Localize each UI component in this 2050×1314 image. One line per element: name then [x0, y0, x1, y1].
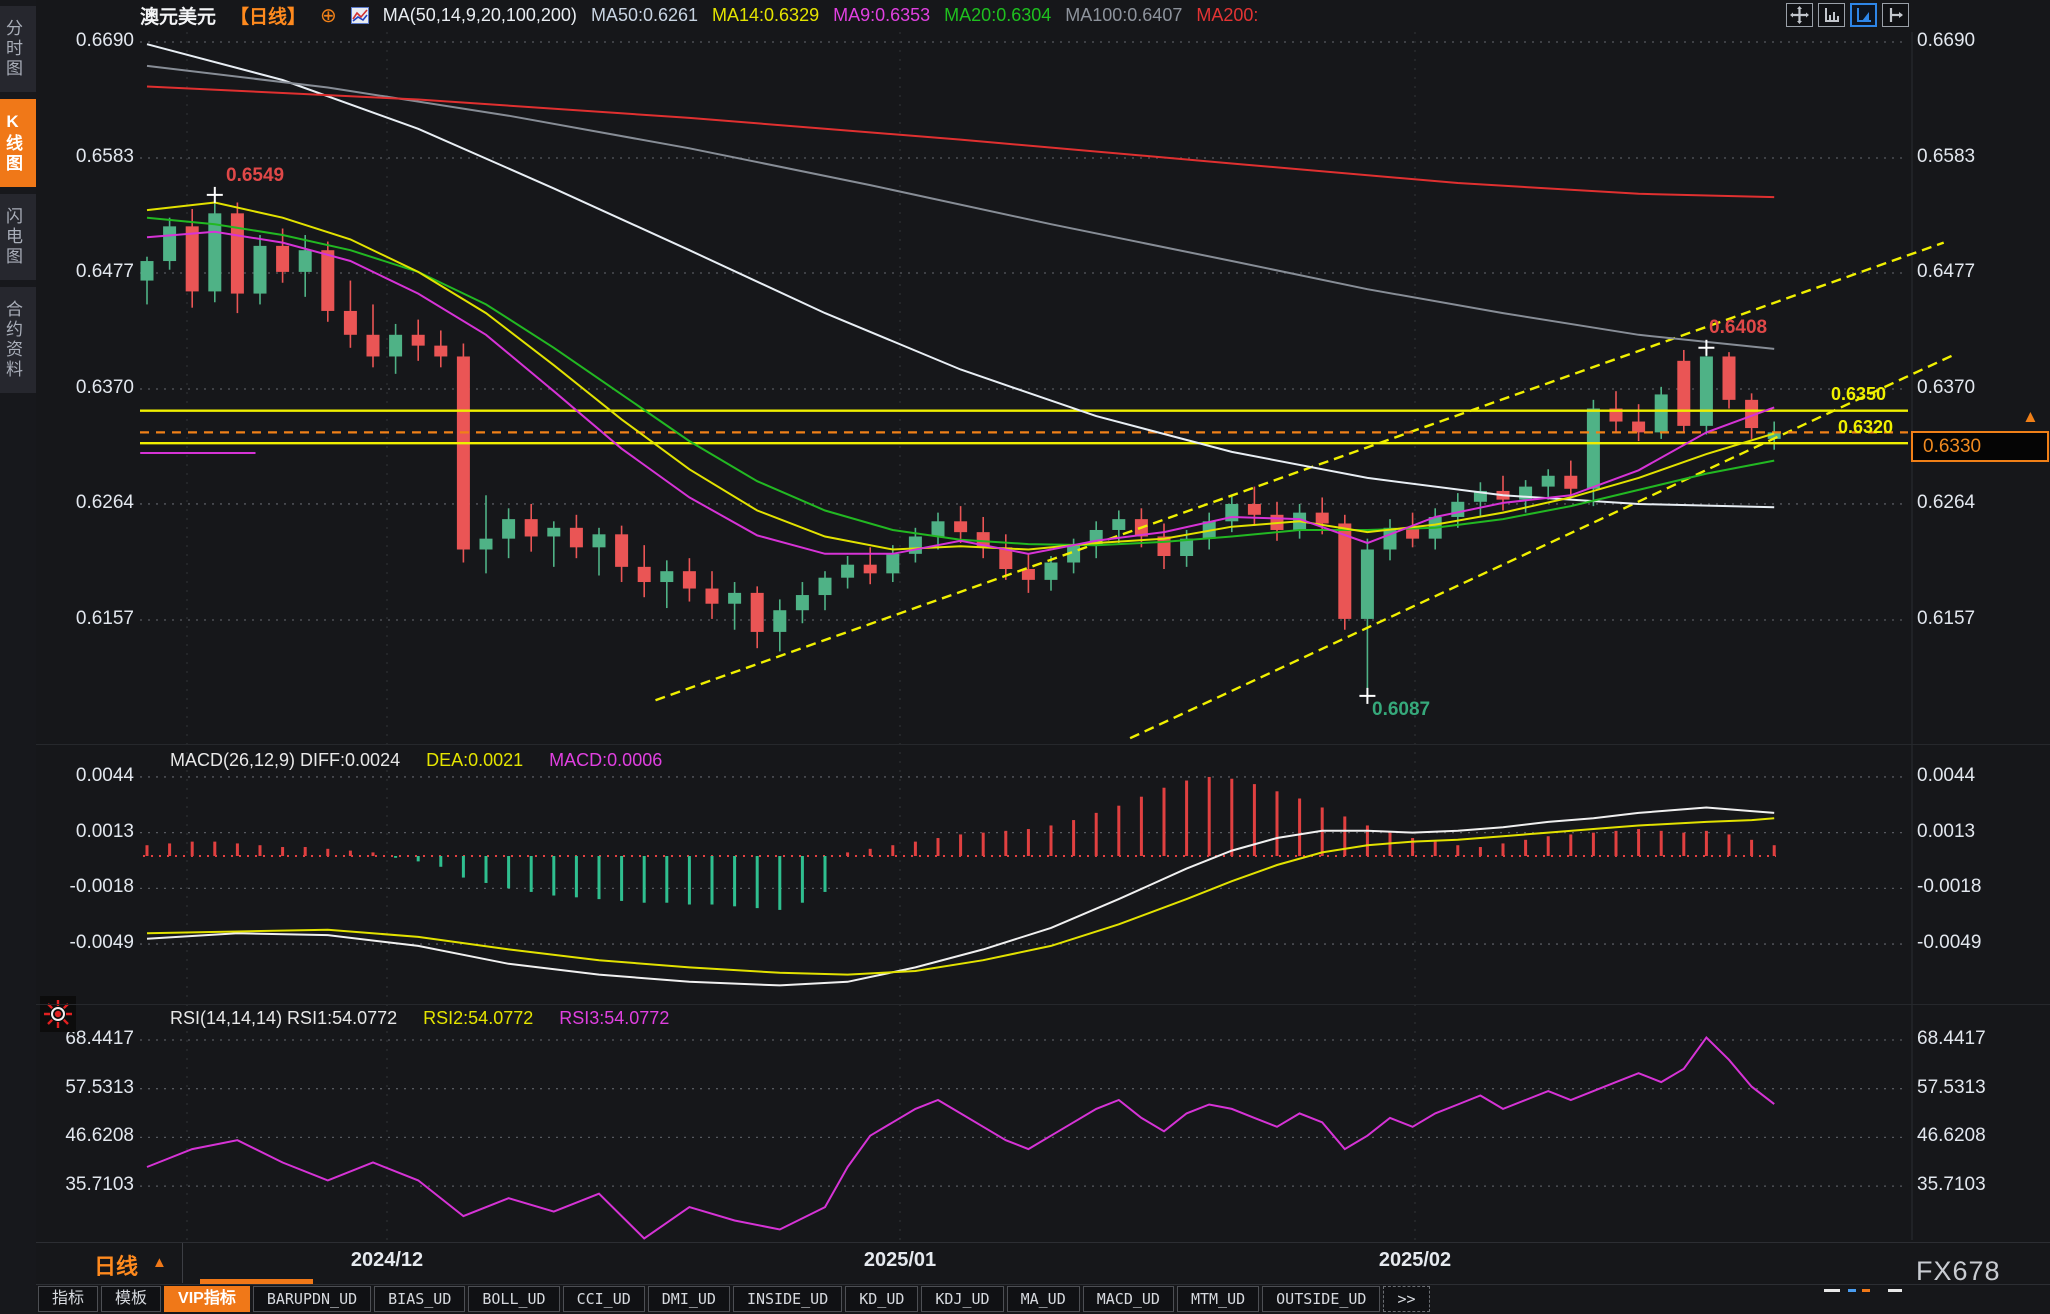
tab-vip指标[interactable]: VIP指标	[164, 1286, 250, 1312]
divider	[36, 1284, 2050, 1285]
symbol-title: 澳元美元	[140, 7, 217, 28]
macd-dea-label: DEA:0.0021	[426, 750, 524, 770]
level-label-6320: 0.6320	[1838, 417, 1894, 437]
indicator-tab-bar: 指标 模板 VIP指标 BARUPDN_UD BIAS_UD BOLL_UD CCI_UD D…	[38, 1286, 1430, 1312]
tab-ma_ud[interactable]: MA_UD	[1006, 1286, 1080, 1312]
tab-指标[interactable]: 指标	[38, 1286, 99, 1312]
decor-dash	[1848, 1289, 1856, 1292]
ma-settings-label: MA(50,14,9,20,100,200)	[382, 5, 577, 25]
decor-dash	[1862, 1289, 1870, 1292]
annotation-swing-high: 0.6549	[226, 165, 285, 186]
bar-scale-icon[interactable]	[1818, 3, 1845, 27]
macd-diff-label: MACD(26,12,9) DIFF:0.0024	[170, 750, 401, 770]
tab-barupdn_ud[interactable]: BARUPDN_UD	[252, 1286, 372, 1312]
macd-header: MACD(26,12,9) DIFF:0.0024 DEA:0.0021 MAC…	[170, 750, 662, 771]
trading-app-window: { "sidebar": { "items": [ {"label": "分时图…	[0, 0, 2050, 1314]
tab-kdj_ud[interactable]: KDJ_UD	[921, 1286, 1004, 1312]
timeframe-dropdown-icon[interactable]: ▲	[152, 1254, 167, 1271]
area-scale-icon[interactable]	[1850, 3, 1877, 27]
chart-header: 澳元美元 【日线】 ⊕ MA(50,14,9,20,100,200) MA50:…	[140, 2, 1258, 29]
live-indicator-icon[interactable]	[40, 996, 76, 1032]
divider	[36, 1242, 2050, 1243]
ma-legend-item-5: MA200:	[1196, 5, 1259, 25]
ma-legend-item-2: MA9:0.6353	[833, 5, 931, 25]
last-price-box: 0.6330	[1911, 431, 2049, 462]
tab-mtm_ud[interactable]: MTM_UD	[1176, 1286, 1260, 1312]
ma-legend-item-1: MA14:0.6329	[712, 5, 820, 25]
rsi2-label: RSI2:54.0772	[423, 1008, 534, 1028]
watermark: FX678	[1916, 1256, 2001, 1286]
period-tag[interactable]: 【日线】	[230, 2, 306, 29]
tab-kd_ud[interactable]: KD_UD	[845, 1286, 919, 1312]
macd-layer	[143, 776, 1776, 987]
gridlines-layer	[140, 32, 1913, 1240]
rsi-header: RSI(14,14,14) RSI1:54.0772 RSI2:54.0772 …	[170, 1008, 669, 1029]
annotation-swing-low: 0.6087	[1372, 699, 1431, 720]
chart-scrollbar-thumb[interactable]	[200, 1279, 313, 1284]
tab-macd_ud[interactable]: MACD_UD	[1082, 1286, 1174, 1312]
rsi-layer	[146, 1035, 1775, 1240]
ma-legend-item-0: MA50:0.6261	[590, 5, 699, 25]
tab-outside_ud[interactable]: OUTSIDE_UD	[1262, 1286, 1381, 1312]
tab-bias_ud[interactable]: BIAS_UD	[374, 1286, 466, 1312]
candles-layer	[140, 194, 1781, 696]
divider	[36, 744, 2050, 745]
decor-dash	[1888, 1289, 1902, 1292]
ma-legend: MA50:0.6261 MA14:0.6329 MA9:0.6353 MA20:0.6…	[591, 5, 1258, 26]
rsi1-label: RSI(14,14,14) RSI1:54.0772	[170, 1008, 398, 1028]
add-indicator-icon[interactable]: ⊕	[320, 3, 337, 28]
macd-value-label: MACD:0.0006	[549, 750, 663, 770]
timeframe-selector[interactable]: 日线 ▲	[36, 1243, 183, 1283]
divider	[36, 1004, 2050, 1005]
chart-toolbar	[1786, 3, 1909, 27]
annotation-recent-high: 0.6408	[1709, 317, 1768, 338]
price-up-arrow-icon: ▲	[2022, 407, 2039, 426]
tab-cci_ud[interactable]: CCI_UD	[562, 1286, 645, 1312]
chart-canvas[interactable]	[0, 0, 2050, 1314]
tab-boll_ud[interactable]: BOLL_UD	[468, 1286, 560, 1312]
exit-scale-icon[interactable]	[1882, 3, 1909, 27]
tab-inside_ud[interactable]: INSIDE_UD	[732, 1286, 843, 1312]
ma-legend-item-3: MA20:0.6304	[944, 5, 1052, 25]
timeframe-label[interactable]: 日线	[94, 1249, 138, 1281]
level-label-6350: 0.6350	[1831, 384, 1887, 404]
move-tool-icon[interactable]	[1786, 3, 1813, 27]
rsi3-label: RSI3:54.0772	[559, 1008, 670, 1028]
ma-legend-item-4: MA100:0.6407	[1065, 5, 1183, 25]
tab->>[interactable]: >>	[1383, 1286, 1430, 1312]
tab-dmi_ud[interactable]: DMI_UD	[647, 1286, 730, 1312]
mini-chart-icon[interactable]	[350, 7, 369, 24]
decor-dash	[1824, 1289, 1840, 1292]
tab-模板[interactable]: 模板	[101, 1286, 162, 1312]
